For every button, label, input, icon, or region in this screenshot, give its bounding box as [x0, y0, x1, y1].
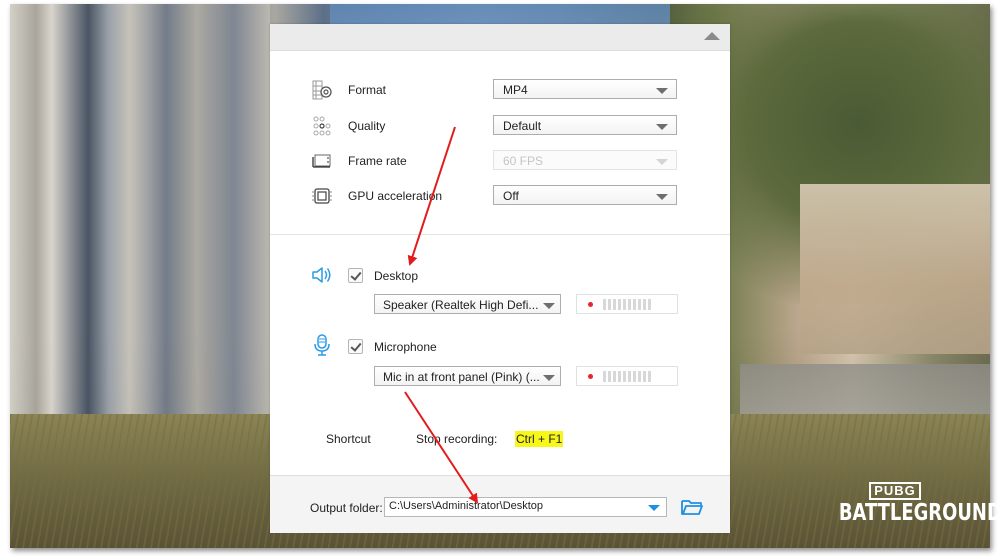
output-footer: Output folder: C:\Users\Administrator\De… — [270, 475, 730, 533]
desktop-audio-checkbox[interactable] — [348, 268, 363, 283]
microphone-label: Microphone — [374, 340, 437, 354]
chevron-down-icon — [543, 303, 555, 309]
level-bar — [608, 299, 611, 310]
desktop-audio-label: Desktop — [374, 269, 419, 283]
level-bar — [623, 299, 626, 310]
output-folder-path: C:\Users\Administrator\Desktop — [389, 500, 544, 512]
pubg-logo: PUBG BATTLEGROUNDS — [823, 482, 1000, 526]
level-bar — [638, 299, 641, 310]
level-bar — [618, 371, 621, 382]
panel-header — [270, 24, 730, 51]
level-bar — [643, 371, 646, 382]
level-bar — [643, 299, 646, 310]
background-house — [800, 184, 990, 354]
level-bar — [603, 299, 606, 310]
level-bar — [633, 371, 636, 382]
desktop-device-select[interactable]: Speaker (Realtek High Defi... — [374, 294, 561, 314]
microphone-volume-meter — [576, 366, 678, 386]
level-bar — [633, 299, 636, 310]
setting-row-quality: Quality Default — [270, 115, 730, 137]
level-bars — [603, 371, 651, 382]
setting-row-frame-rate: Frame rate 60 FPS — [270, 150, 730, 172]
format-gear-icon — [312, 80, 332, 100]
triangle-up-icon[interactable] — [704, 32, 720, 40]
level-bar — [608, 371, 611, 382]
logo-battlegrounds-text: BATTLEGROUNDS — [838, 500, 1000, 526]
level-bar — [648, 371, 651, 382]
speaker-icon — [312, 267, 331, 283]
level-bar — [618, 299, 621, 310]
level-bars — [603, 299, 651, 310]
level-bar — [603, 371, 606, 382]
frame-rate-select: 60 FPS — [493, 150, 677, 170]
microphone-checkbox[interactable] — [348, 339, 363, 354]
record-dot-icon — [588, 302, 593, 307]
level-bar — [638, 371, 641, 382]
level-bar — [613, 371, 616, 382]
stop-recording-hotkey[interactable]: Ctrl + F1 — [515, 431, 564, 447]
level-bar — [613, 299, 616, 310]
setting-row-format: Format MP4 — [270, 79, 730, 101]
gpu-select[interactable]: Off — [493, 185, 677, 205]
quality-label: Quality — [348, 119, 386, 133]
chevron-down-icon — [656, 194, 668, 200]
chevron-down-icon — [543, 375, 555, 381]
chevron-down-icon — [656, 159, 668, 165]
stop-recording-label: Stop recording: — [416, 432, 498, 446]
logo-pubg-text: PUBG — [869, 482, 921, 500]
microphone-device-value: Mic in at front panel (Pink) (... — [383, 370, 540, 384]
level-bar — [623, 371, 626, 382]
setting-row-gpu: GPU acceleration Off — [270, 185, 730, 207]
frame-rate-icon — [312, 154, 331, 168]
format-value: MP4 — [503, 83, 528, 97]
recording-settings-panel: Format MP4 Quality Default Frame rate 60… — [270, 24, 730, 533]
output-folder-label: Output folder: — [310, 501, 383, 515]
frame-rate-label: Frame rate — [348, 154, 407, 168]
chip-icon — [312, 188, 332, 204]
output-folder-input[interactable]: C:\Users\Administrator\Desktop — [384, 497, 667, 517]
gpu-label: GPU acceleration — [348, 189, 443, 203]
desktop-volume-meter — [576, 294, 678, 314]
folder-open-icon[interactable] — [680, 497, 704, 517]
quality-value: Default — [503, 119, 542, 133]
microphone-icon — [314, 334, 330, 356]
record-dot-icon — [588, 374, 593, 379]
level-bar — [628, 299, 631, 310]
background-building — [10, 4, 270, 424]
shortcut-label: Shortcut — [326, 432, 371, 446]
chevron-down-icon — [656, 88, 668, 94]
desktop-device-value: Speaker (Realtek High Defi... — [383, 298, 539, 312]
level-bar — [648, 299, 651, 310]
level-bar — [628, 371, 631, 382]
quality-dots-icon — [313, 116, 331, 136]
chevron-down-icon[interactable] — [648, 505, 660, 511]
format-label: Format — [348, 83, 387, 97]
section-divider — [270, 234, 730, 235]
chevron-down-icon — [656, 124, 668, 130]
quality-select[interactable]: Default — [493, 115, 677, 135]
frame-rate-value: 60 FPS — [503, 154, 544, 168]
format-select[interactable]: MP4 — [493, 79, 677, 99]
microphone-device-select[interactable]: Mic in at front panel (Pink) (... — [374, 366, 561, 386]
gpu-value: Off — [503, 189, 519, 203]
